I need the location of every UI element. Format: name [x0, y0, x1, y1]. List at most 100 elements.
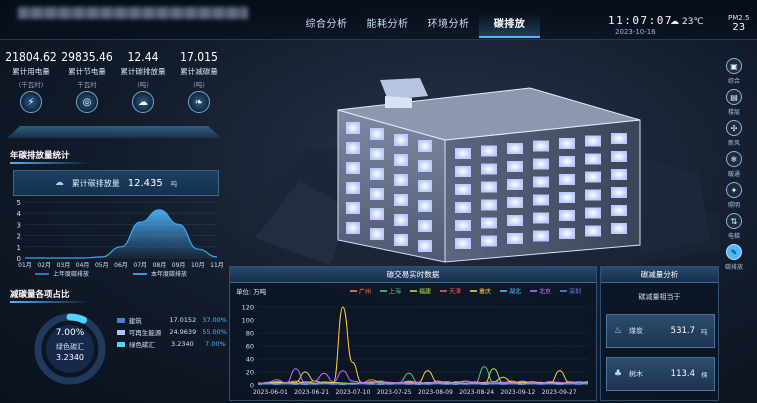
building-window: [559, 228, 575, 239]
x-tick-label: 2023-07-25: [377, 389, 412, 396]
building-window: [394, 194, 408, 206]
building-window: [455, 148, 471, 159]
blurred-app-title: [18, 7, 248, 19]
legend-name: 建筑: [128, 317, 142, 325]
x-tick-label: 11月: [210, 262, 224, 269]
y-tick-label: 60: [246, 343, 254, 351]
stat-value: 12.44: [127, 50, 159, 64]
legend-item: 建筑 17.0152 37.00%: [117, 314, 227, 326]
temperature: 23℃: [682, 17, 704, 27]
card-value: 531.7: [670, 326, 695, 336]
annual-title-underline: [10, 162, 90, 164]
building-window: [533, 140, 549, 152]
legend-label: 深圳: [569, 288, 581, 296]
building-window: [418, 240, 432, 252]
building-window: [611, 151, 627, 162]
building-window: [585, 189, 601, 201]
weather: ☁ 23℃: [670, 17, 704, 27]
main-tabs: 综合分析 能耗分析 环境分析 碳排放: [296, 14, 540, 40]
building-window: [585, 225, 601, 237]
legend-label: 上年度碳排放: [53, 270, 89, 278]
rail-overview[interactable]: ▣ 综合: [720, 58, 748, 89]
lightning-icon: ⚡: [20, 91, 42, 113]
total-label: 累计碳排放量: [71, 178, 120, 188]
x-tick-label: 02月: [37, 262, 51, 269]
legend-swatch: [117, 317, 125, 323]
stat-unit: (千瓦时): [18, 81, 44, 89]
legend-label: 重庆: [479, 288, 491, 296]
tree-card: ♣ 树木 113.4 棵: [606, 357, 715, 391]
rail-fresh-air[interactable]: ✣ 新风: [720, 120, 748, 151]
building-window: [418, 140, 432, 152]
y-tick-label: 4: [17, 210, 22, 218]
x-tick-label: 2023-09-12: [500, 389, 535, 396]
co2-icon: ☁: [54, 178, 64, 188]
building-window: [346, 162, 360, 174]
building-window: [611, 223, 627, 234]
building-window: [418, 180, 432, 192]
x-tick-label: 2023-08-09: [418, 389, 453, 396]
annual-title: 年碳排放量统计: [10, 151, 70, 161]
stat-row: 21804.62 累计用电量 (千瓦时) ⚡ 29835.46 累计节电量 千瓦…: [3, 50, 227, 113]
y-tick-label: 3: [17, 221, 21, 229]
building-window: [611, 187, 627, 198]
building-window: [585, 135, 601, 147]
building-window: [507, 179, 523, 190]
x-tick-label: 2023-09-27: [542, 389, 577, 396]
date: 2023-10-16: [615, 28, 656, 36]
tab-comprehensive[interactable]: 综合分析: [296, 14, 357, 38]
card-name: 煤炭: [629, 327, 643, 335]
rail-label: 照明: [727, 202, 740, 209]
building-window: [418, 200, 432, 212]
x-tick-label: 03月: [57, 262, 71, 269]
x-tick-label: 04月: [76, 262, 90, 269]
x-tick-label: 05月: [95, 262, 109, 269]
y-tick-label: 5: [17, 199, 21, 207]
stat-pedestal: [7, 126, 221, 138]
legend-value: 3.2340: [171, 340, 194, 348]
legend-percent: 7.00%: [205, 340, 226, 348]
carbon-trade-chart: 单位: 万吨 广州 上海 福建 天津 重庆 湖北 北京 深圳020406080100120202…: [236, 287, 589, 396]
donut-value: 3.2340: [56, 353, 84, 362]
right-rail: ▣ 综合 ▤ 楼层 ✣ 新风 ❄ 暖通 ✦ 照明 ⇅ 电梯 ✎ 碳排放: [720, 58, 748, 275]
coal-card: ♨ 煤炭 531.7 吨: [606, 314, 715, 348]
rail-label: 新风: [727, 140, 740, 147]
rail-hvac[interactable]: ❄ 暖通: [720, 151, 748, 182]
legend-label: 本年度碳排放: [151, 270, 187, 278]
light-icon: ✦: [726, 182, 742, 198]
tab-environment[interactable]: 环境分析: [418, 14, 479, 38]
tab-carbon[interactable]: 碳排放: [479, 14, 540, 38]
stat-unit: (吨): [193, 81, 205, 89]
annual-emission-chart: 01234501月 02月 03月 04月 05月 06月 07月 08月 09月 10月 11月上…: [17, 199, 224, 278]
building-window: [559, 156, 575, 167]
clock: 11:07:07: [608, 14, 673, 27]
floors-icon: ▤: [726, 89, 742, 105]
x-tick-label: 09月: [172, 262, 186, 269]
y-tick-label: 2: [17, 233, 21, 241]
rail-label: 电梯: [727, 233, 740, 240]
rail-label: 楼层: [727, 109, 740, 116]
rail-label: 暖通: [727, 171, 740, 178]
building-window: [394, 234, 408, 246]
tab-energy[interactable]: 能耗分析: [357, 14, 418, 38]
building-window: [418, 160, 432, 172]
x-tick-label: 08月: [153, 262, 167, 269]
building-window: [346, 122, 360, 134]
rail-floors[interactable]: ▤ 楼层: [720, 89, 748, 120]
stat-saving: 29835.46 累计节电量 千瓦时 ◎: [59, 50, 115, 113]
pm25-label: PM2.5: [728, 14, 750, 22]
rail-carbon[interactable]: ✎ 碳排放: [720, 244, 748, 275]
rail-elevator[interactable]: ⇅ 电梯: [720, 213, 748, 244]
legend-item: 绿色碳汇 3.2340 7.00%: [117, 338, 227, 350]
building-window: [370, 148, 384, 160]
building-window: [346, 142, 360, 154]
elevator-icon: ⇅: [726, 213, 742, 229]
legend-label: 湖北: [509, 288, 521, 296]
building-window: [455, 166, 471, 177]
total-unit: 吨: [170, 180, 178, 188]
total-value: 12.435: [127, 177, 163, 189]
rail-lighting[interactable]: ✦ 照明: [720, 182, 748, 213]
building-window: [370, 208, 384, 220]
hvac-icon: ❄: [726, 151, 742, 167]
stat-reduction: 17.015 累计减碳量 (吨) ❧: [171, 50, 227, 113]
